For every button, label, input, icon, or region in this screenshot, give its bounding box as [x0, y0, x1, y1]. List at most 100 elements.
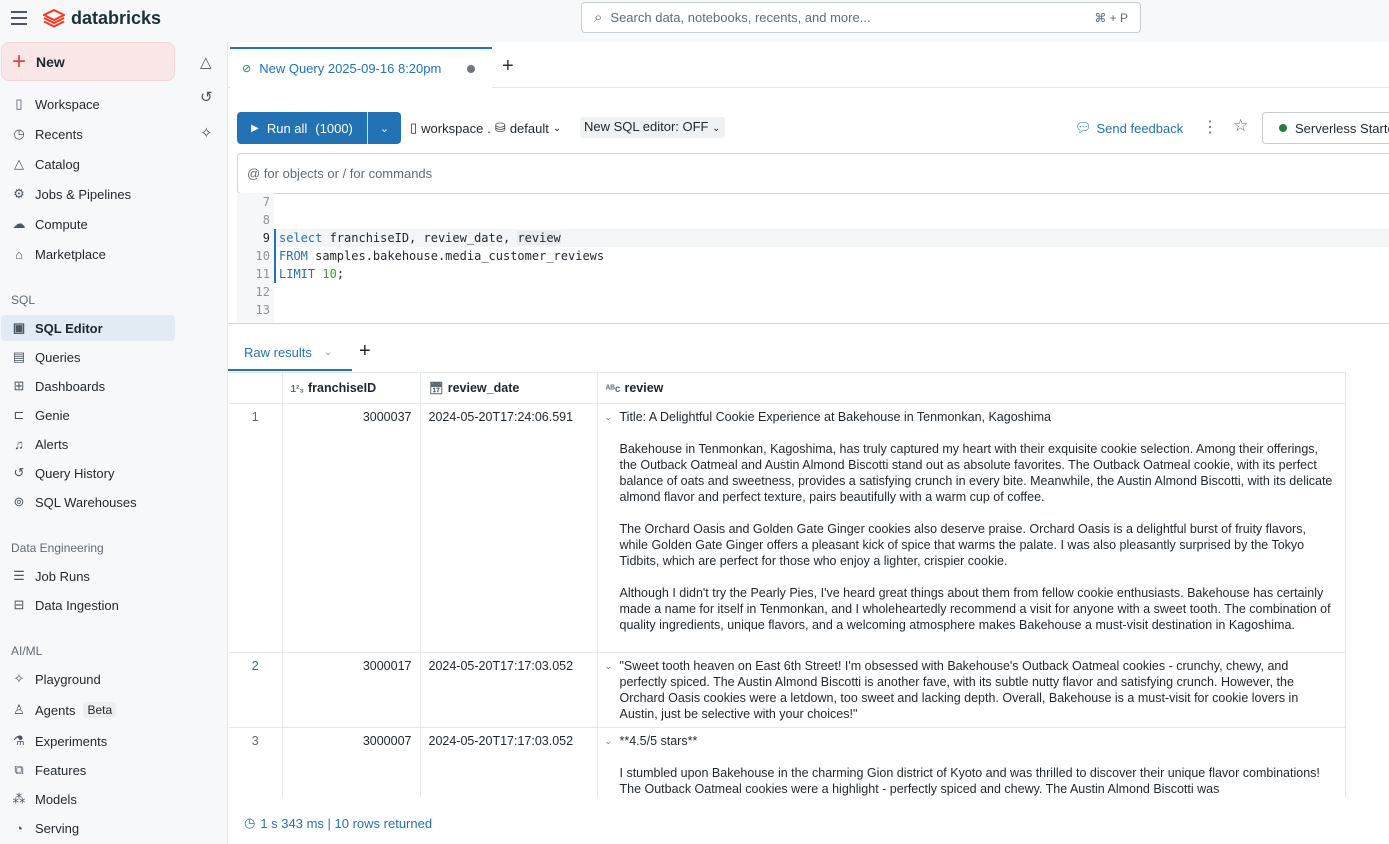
models-icon: ⁂ [12, 791, 26, 806]
catalog-name: workspace [421, 120, 484, 136]
sidebar-item-job-runs[interactable]: ☰ Job Runs [1, 563, 175, 589]
warehouse-selector[interactable]: Serverless Starter Warehouse [1262, 112, 1389, 144]
line-number: 11 [255, 267, 270, 281]
sidebar: + New ▯ Workspace ◷ Recents △ Catalog ⚙ Jobs … [0, 42, 188, 844]
more-options-icon[interactable]: ⋮ [1202, 117, 1218, 137]
catalog-icon: △ [14, 156, 24, 171]
sidebar-item-serving[interactable]: ◔ Serving [1, 815, 175, 841]
code-line: select franchiseID, review_date, review [279, 229, 561, 247]
review-text: **4.5/5 stars** I stumbled upon Bakehous… [619, 733, 1320, 796]
sidebar-item-dashboards[interactable]: ⊞ Dashboards [1, 373, 175, 399]
code-editor[interactable]: 7 8 9 10 11 12 13 14 select franchiseID,… [237, 193, 1389, 324]
add-tab-button[interactable]: + [502, 55, 514, 78]
cell-franchiseid[interactable]: 3000037 [282, 403, 421, 653]
sidebar-item-sql-editor[interactable]: ▣ SQL Editor [1, 315, 175, 341]
cloud-icon: ☁ [12, 216, 26, 231]
menu-icon[interactable] [11, 11, 27, 25]
sidebar-item-agents[interactable]: ♙ Agents Beta [1, 697, 175, 723]
keyword: FROM [279, 249, 308, 263]
send-feedback-link[interactable]: 💬︎ Send feedback [1075, 120, 1183, 136]
new-button[interactable]: + New [1, 42, 175, 81]
tab-raw-results[interactable]: Raw results ⌄ [228, 335, 352, 371]
job-runs-icon: ☰ [13, 568, 25, 583]
row-number-header [229, 373, 283, 404]
assistant-icon[interactable]: ✧ [200, 124, 213, 142]
resize-handle[interactable] [228, 323, 1389, 324]
selection-bar [274, 229, 276, 283]
sidebar-item-recents[interactable]: ◷ Recents [1, 121, 175, 147]
nav-label: Recents [35, 126, 83, 142]
sidebar-item-workspace[interactable]: ▯ Workspace [1, 91, 175, 117]
catalog-schema-selector[interactable]: ▯ workspace. ⛁ default ⌄ [410, 120, 561, 136]
status-dot-icon [1279, 124, 1287, 132]
sidebar-item-genie[interactable]: ⊏ Genie [1, 402, 175, 428]
table-row: 1 3000037 2024-05-20T17:24:06.591 ⌄ Title… [229, 403, 1345, 653]
sidebar-item-jobs[interactable]: ⚙ Jobs & Pipelines [1, 181, 175, 207]
sidebar-item-models[interactable]: ⁂ Models [1, 786, 175, 812]
sidebar-item-features[interactable]: ⧉ Features [1, 757, 175, 783]
cell-review-date[interactable]: 2024-05-20T17:17:03.052 [420, 652, 598, 728]
collapse-chevron-icon[interactable]: ⌄ [605, 658, 613, 674]
chevron-down-icon: ⌄ [552, 122, 562, 134]
agents-icon: ♙ [13, 702, 25, 717]
nav-label: Features [35, 762, 87, 778]
nav-label: SQL Editor [35, 320, 103, 336]
sidebar-item-alerts[interactable]: ♫ Alerts [1, 431, 175, 457]
row-number: 3 [229, 727, 283, 797]
sidebar-item-catalog[interactable]: △ Catalog [1, 151, 175, 177]
nav-label: Compute [35, 216, 88, 232]
catalog-icon: ▯ [410, 120, 418, 135]
history-icon[interactable]: ↺ [200, 88, 213, 106]
collapse-chevron-icon[interactable]: ⌄ [605, 733, 613, 749]
chevron-down-icon: ⌄ [712, 123, 721, 134]
cell-review[interactable]: ⌄ **4.5/5 stars** I stumbled upon Bakehou… [597, 727, 1345, 797]
nav-label: Marketplace [35, 246, 106, 262]
chevron-down-icon[interactable]: ⌄ [324, 347, 332, 358]
run-options-chevron-icon[interactable]: ⌄ [368, 122, 401, 135]
sidebar-item-query-history[interactable]: ↺ Query History [1, 460, 175, 486]
execution-status[interactable]: ◷ 1 s 343 ms | 10 rows returned [244, 815, 432, 831]
collapse-chevron-icon[interactable]: ⌄ [605, 409, 613, 425]
assistant-prompt-input[interactable]: @ for objects or / for commands [237, 153, 1389, 194]
sidebar-item-data-ingestion[interactable]: ⊟ Data Ingestion [1, 592, 175, 618]
schema-name: default [509, 120, 549, 136]
line-number: 9 [262, 231, 270, 245]
unsaved-dot-icon[interactable] [467, 64, 476, 73]
catalog-browser-icon[interactable]: △ [200, 53, 212, 71]
cell-review-date[interactable]: 2024-05-20T17:24:06.591 [420, 403, 598, 653]
tab-query[interactable]: ⊘ New Query 2025-09-16 8:20pm [230, 47, 492, 88]
cell-review[interactable]: ⌄ Title: A Delightful Cookie Experience a… [597, 403, 1345, 653]
search-input[interactable]: ⌕ Search data, notebooks, recents, and m… [581, 2, 1141, 33]
code-text: ; [336, 267, 345, 281]
line-number: 8 [262, 213, 270, 227]
sidebar-item-marketplace[interactable]: ⌂ Marketplace [1, 241, 175, 267]
store-icon: ⌂ [15, 246, 23, 262]
cell-review-date[interactable]: 2024-05-20T17:17:03.052 [420, 727, 598, 797]
sidebar-item-sql-warehouses[interactable]: ⊚ SQL Warehouses [1, 489, 175, 515]
sidebar-item-playground[interactable]: ✧ Playground [1, 666, 175, 692]
review-text: Title: A Delightful Cookie Experience at… [619, 409, 1333, 632]
run-all-button-group: ▶ Run all (1000) ⌄ [237, 112, 401, 144]
section-data-engineering: Data Engineering [11, 541, 104, 555]
cell-franchiseid[interactable]: 3000017 [282, 652, 421, 728]
column-header-franchiseid[interactable]: 1²₃ franchiseID [282, 373, 421, 404]
sidebar-item-compute[interactable]: ☁ Compute [1, 211, 175, 237]
sidebar-item-experiments[interactable]: ⚗ Experiments [1, 728, 175, 754]
sidebar-item-queries[interactable]: ▤ Queries [1, 344, 175, 370]
integer-type-icon: 1²₃ [290, 383, 305, 395]
nav-label: Catalog [35, 156, 80, 172]
databricks-logo[interactable]: databricks [43, 8, 161, 29]
cell-review[interactable]: ⌄ "Sweet tooth heaven on East 6th Street!… [597, 652, 1345, 728]
star-icon[interactable]: ☆ [1233, 116, 1248, 136]
new-sql-editor-toggle[interactable]: New SQL editor: OFF ⌄ [580, 117, 725, 138]
run-all-button[interactable]: ▶ Run all (1000) [237, 112, 368, 144]
editor-side-rail: △ ↺ ✧ [188, 42, 228, 844]
sql-editor-panel: ⊘ New Query 2025-09-16 8:20pm + ▶ Run all… [228, 42, 1389, 844]
ingestion-icon: ⊟ [13, 597, 25, 612]
add-visualization-button[interactable]: + [359, 340, 371, 363]
calendar-icon: 📅︎ [428, 380, 444, 395]
column-header-review[interactable]: ᴬᴮc review [597, 373, 1345, 404]
results-table: 1²₃ franchiseID 📅︎ review_date ᴬᴮc review 1… [229, 372, 1346, 797]
column-header-review-date[interactable]: 📅︎ review_date [420, 373, 598, 404]
cell-franchiseid[interactable]: 3000007 [282, 727, 421, 797]
